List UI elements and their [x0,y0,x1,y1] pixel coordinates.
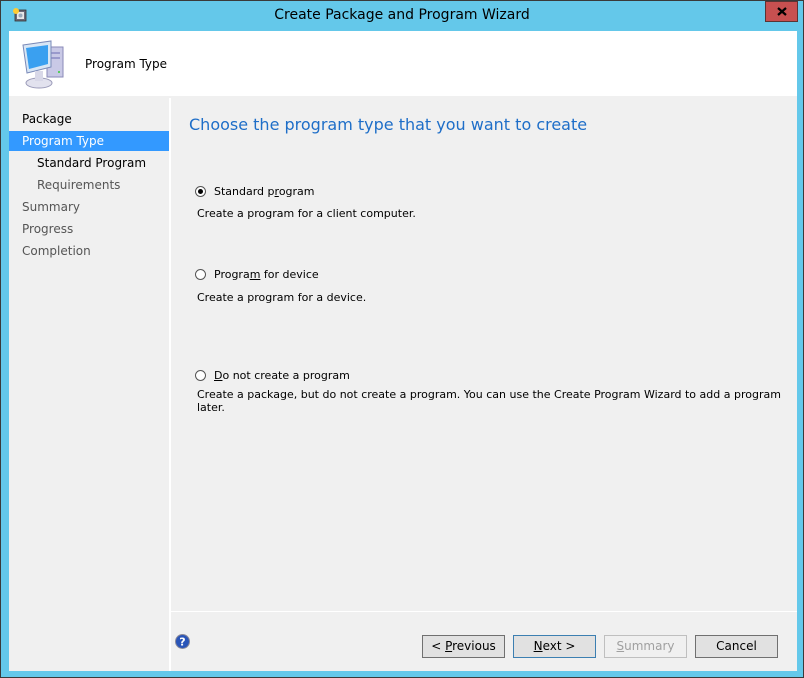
next-button[interactable]: Next > [513,635,596,658]
close-icon [776,5,787,19]
cancel-button[interactable]: Cancel [695,635,778,658]
previous-button[interactable]: < Previous [422,635,505,658]
nav-item-package[interactable]: Package [9,109,169,129]
close-button[interactable] [765,1,798,22]
summary-button[interactable]: Summary [604,635,687,658]
page-heading: Choose the program type that you want to… [189,115,588,134]
computer-icon [17,39,69,91]
nav-item-completion[interactable]: Completion [9,241,169,261]
radio-label: Standard program [214,185,315,198]
nav-item-summary[interactable]: Summary [9,197,169,217]
nav-item-requirements[interactable]: Requirements [9,175,169,195]
wizard-window: Create Package and Program Wizard Progra… [0,0,804,678]
radio-program-for-device[interactable]: Program for device [195,268,319,281]
wizard-header: Program Type [9,31,797,96]
radio-label: Program for device [214,268,319,281]
svg-text:?: ? [179,636,185,649]
title-bar[interactable]: Create Package and Program Wizard [1,1,803,31]
radio-label: Do not create a program [214,369,350,382]
option-description: Create a program for a client computer. [197,207,416,220]
option-description: Create a package, but do not create a pr… [197,388,781,414]
nav-item-program-type[interactable]: Program Type [9,131,169,151]
radio-do-not-create-program[interactable]: Do not create a program [195,369,350,382]
radio-button-checked[interactable] [195,186,206,197]
window-title: Create Package and Program Wizard [274,7,530,23]
nav-item-progress[interactable]: Progress [9,219,169,239]
wizard-client-area: Program Type Package Program Type Standa… [9,31,797,671]
page-title: Program Type [85,57,168,71]
radio-button[interactable] [195,370,206,381]
radio-standard-program[interactable]: Standard program [195,185,315,198]
radio-button[interactable] [195,269,206,280]
wizard-page: Choose the program type that you want to… [171,98,797,671]
nav-item-standard-program[interactable]: Standard Program [9,153,169,173]
footer-separator [171,611,797,612]
wizard-nav: Package Program Type Standard Program Re… [9,98,169,671]
option-description: Create a program for a device. [197,291,367,304]
help-icon[interactable]: ? [175,634,190,649]
